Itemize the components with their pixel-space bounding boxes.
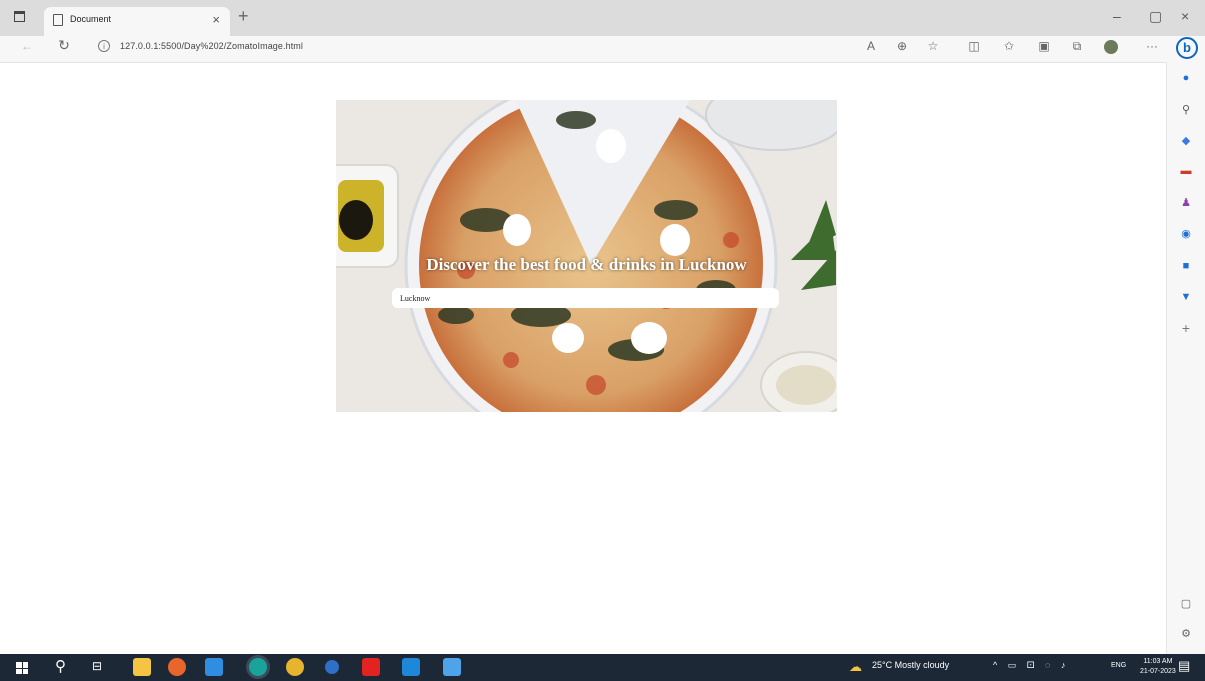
favorites-icon[interactable]: ✩ <box>1000 39 1018 53</box>
maximize-button[interactable]: ▢ <box>1149 8 1162 25</box>
tab-title: Document <box>70 14 112 24</box>
bing-copilot-button[interactable]: b <box>1176 37 1198 59</box>
site-info-icon[interactable]: i <box>98 40 110 52</box>
address-bar[interactable]: i 127.0.0.1:5500/Day%202/ZomatoImage.htm… <box>92 38 952 58</box>
start-icon[interactable] <box>16 662 28 674</box>
bing-label: b <box>1183 40 1191 55</box>
minimize-button[interactable]: – <box>1113 8 1121 24</box>
search-icon[interactable]: ⚲ <box>1176 100 1196 120</box>
add-sidebar-app-icon[interactable]: + <box>1176 318 1196 338</box>
clock[interactable]: 11:03 AM 21-07-2023 <box>1140 657 1176 677</box>
edge-icon[interactable] <box>249 658 267 676</box>
firefox-icon[interactable] <box>168 658 186 676</box>
weather-icon[interactable]: ☁ <box>849 659 862 675</box>
profile-avatar[interactable] <box>1104 40 1118 54</box>
notifications-icon[interactable]: ▤ <box>1178 658 1190 674</box>
url-text: 127.0.0.1:5500/Day%202/ZomatoImage.html <box>120 41 304 51</box>
favorite-star-icon[interactable]: ☆ <box>924 39 942 53</box>
discover-icon[interactable]: ● <box>1176 68 1196 88</box>
back-icon[interactable]: ← <box>18 39 36 53</box>
tab-close-icon[interactable]: × <box>212 12 220 27</box>
language-indicator[interactable]: ENG <box>1111 662 1126 669</box>
close-window-button[interactable]: × <box>1181 8 1189 24</box>
youtube-icon[interactable] <box>362 658 380 676</box>
browser-tab[interactable]: Document × <box>44 7 230 36</box>
more-menu-icon[interactable]: ··· <box>1143 39 1161 53</box>
mail-icon[interactable] <box>205 658 223 676</box>
collections-icon[interactable]: ▣ <box>1035 39 1053 53</box>
shopping-icon[interactable]: ▬ <box>1176 161 1196 181</box>
outlook-icon[interactable]: ■ <box>1176 256 1196 276</box>
photos-icon[interactable] <box>443 658 461 676</box>
office-icon[interactable]: ◉ <box>1176 224 1196 244</box>
workspaces-icon[interactable] <box>14 11 25 22</box>
read-aloud-icon[interactable]: A <box>862 39 880 53</box>
file-explorer-icon[interactable] <box>133 658 151 676</box>
vscode-icon[interactable] <box>402 658 420 676</box>
weather-text[interactable]: 25°C Mostly cloudy <box>872 660 949 670</box>
tools-icon[interactable]: ◆ <box>1176 131 1196 151</box>
page-icon <box>53 14 63 26</box>
refresh-icon[interactable]: ↻ <box>55 37 73 54</box>
hero-heading: Discover the best food & drinks in Luckn… <box>426 255 747 274</box>
new-tab-button[interactable]: + <box>238 6 249 27</box>
search-taskbar-icon[interactable]: ⚲ <box>55 657 66 675</box>
extensions-icon[interactable]: ⧉ <box>1068 39 1086 54</box>
date-text: 21-07-2023 <box>1140 668 1176 675</box>
sidebar-settings-icon[interactable]: ⚙ <box>1176 624 1196 644</box>
hero-banner: Discover the best food & drinks in Luckn… <box>336 100 837 412</box>
task-view-icon[interactable]: ⊟ <box>92 659 102 673</box>
time-text: 11:03 AM <box>1143 658 1173 665</box>
chrome-icon[interactable] <box>286 658 304 676</box>
zoom-icon[interactable]: ⊕ <box>893 39 911 53</box>
drop-icon[interactable]: ▼ <box>1176 287 1196 307</box>
app-icon[interactable] <box>325 660 339 674</box>
tray-icons[interactable]: ^ ▭ ⚀ ◌ ♪ <box>993 660 1069 671</box>
sidebar-layout-icon[interactable]: ▢ <box>1176 594 1196 614</box>
split-screen-icon[interactable]: ◫ <box>965 39 983 53</box>
games-icon[interactable]: ♟ <box>1176 193 1196 213</box>
location-search-input[interactable] <box>392 288 779 308</box>
